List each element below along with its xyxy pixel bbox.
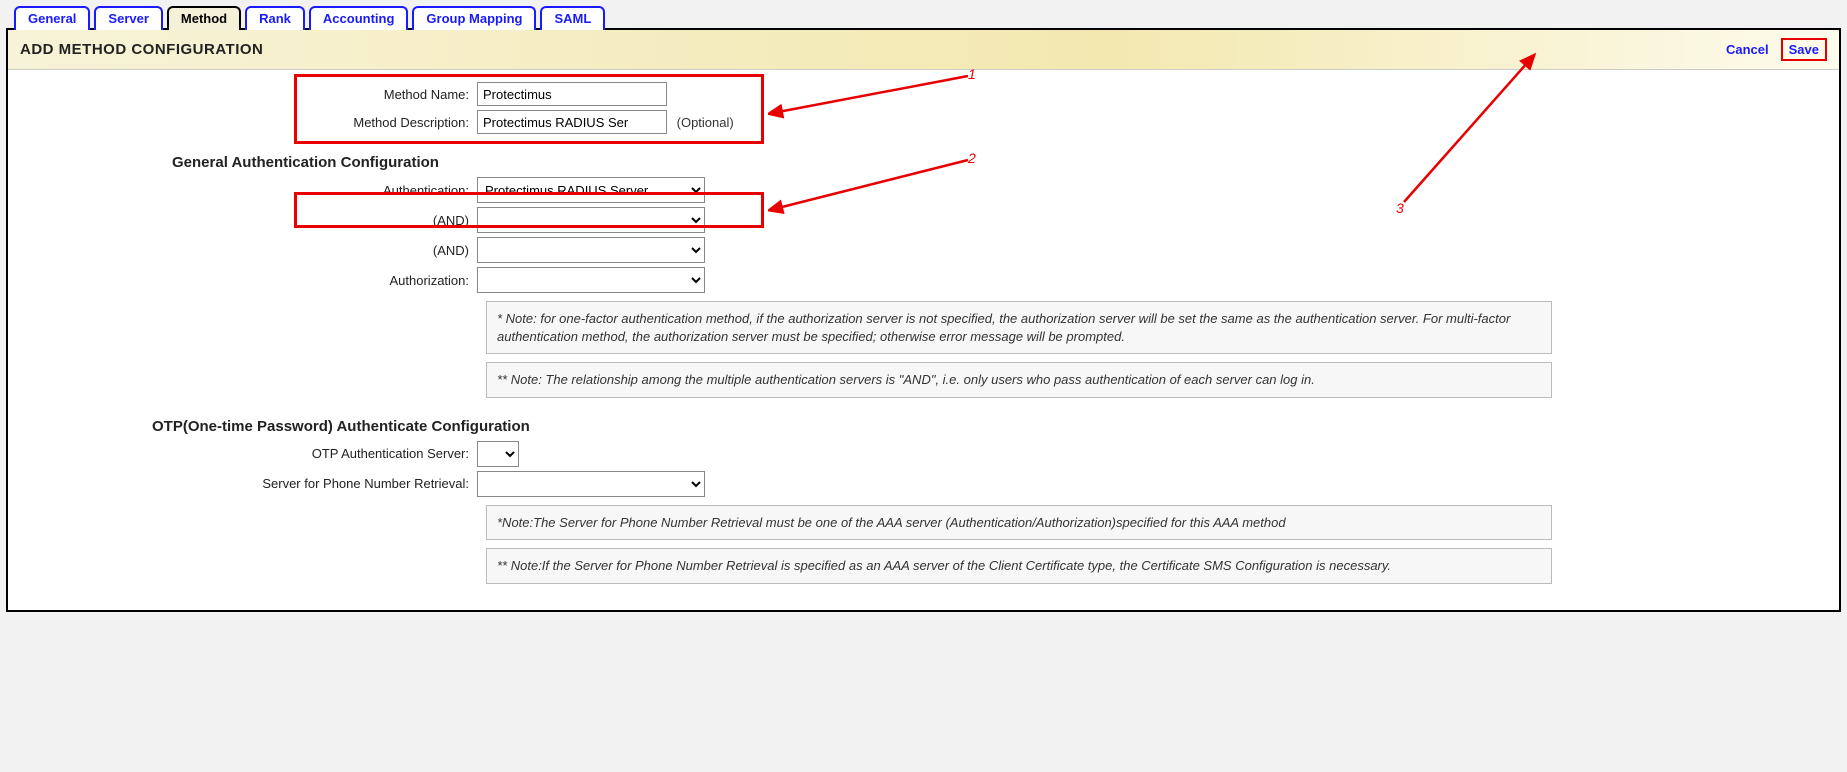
tab-server[interactable]: Server	[94, 6, 162, 30]
phone-retrieval-label: Server for Phone Number Retrieval:	[22, 476, 477, 491]
tab-saml[interactable]: SAML	[540, 6, 605, 30]
authorization-select[interactable]	[477, 267, 705, 293]
tab-accounting[interactable]: Accounting	[309, 6, 409, 30]
method-name-label: Method Name:	[22, 87, 477, 102]
otp-note-1: *Note:The Server for Phone Number Retrie…	[486, 505, 1552, 541]
otp-server-select[interactable]	[477, 441, 519, 467]
authentication-and2-select[interactable]	[477, 237, 705, 263]
phone-retrieval-select[interactable]	[477, 471, 705, 497]
otp-section-title: OTP(One-time Password) Authenticate Conf…	[152, 418, 1825, 435]
method-panel: ADD METHOD CONFIGURATION Cancel Save 1 2…	[6, 28, 1841, 612]
tab-bar: General Server Method Rank Accounting Gr…	[6, 6, 1841, 30]
optional-hint: (Optional)	[677, 115, 734, 130]
authentication-and1-select[interactable]	[477, 207, 705, 233]
tab-group-mapping[interactable]: Group Mapping	[412, 6, 536, 30]
tab-rank[interactable]: Rank	[245, 6, 305, 30]
authentication-and1-label: (AND)	[22, 213, 477, 228]
save-button[interactable]: Save	[1781, 38, 1827, 61]
general-auth-section-title: General Authentication Configuration	[172, 154, 1825, 171]
tab-general[interactable]: General	[14, 6, 90, 30]
auth-note-2: ** Note: The relationship among the mult…	[486, 362, 1552, 398]
panel-header: ADD METHOD CONFIGURATION Cancel Save	[8, 30, 1839, 70]
authentication-select[interactable]: Protectimus RADIUS Server	[477, 177, 705, 203]
auth-note-1: * Note: for one-factor authentication me…	[486, 301, 1552, 354]
method-name-input[interactable]	[477, 82, 667, 106]
panel-title: ADD METHOD CONFIGURATION	[20, 41, 263, 58]
authentication-label: Authentication:	[22, 183, 477, 198]
method-desc-label: Method Description:	[22, 115, 477, 130]
authentication-and2-label: (AND)	[22, 243, 477, 258]
form-area: 1 2 3 Method Name: Method Description:	[8, 70, 1839, 610]
otp-server-label: OTP Authentication Server:	[22, 446, 477, 461]
method-desc-input[interactable]	[477, 110, 667, 134]
tab-method[interactable]: Method	[167, 6, 241, 30]
authorization-label: Authorization:	[22, 273, 477, 288]
otp-note-2: ** Note:If the Server for Phone Number R…	[486, 548, 1552, 584]
cancel-button[interactable]: Cancel	[1726, 42, 1769, 57]
